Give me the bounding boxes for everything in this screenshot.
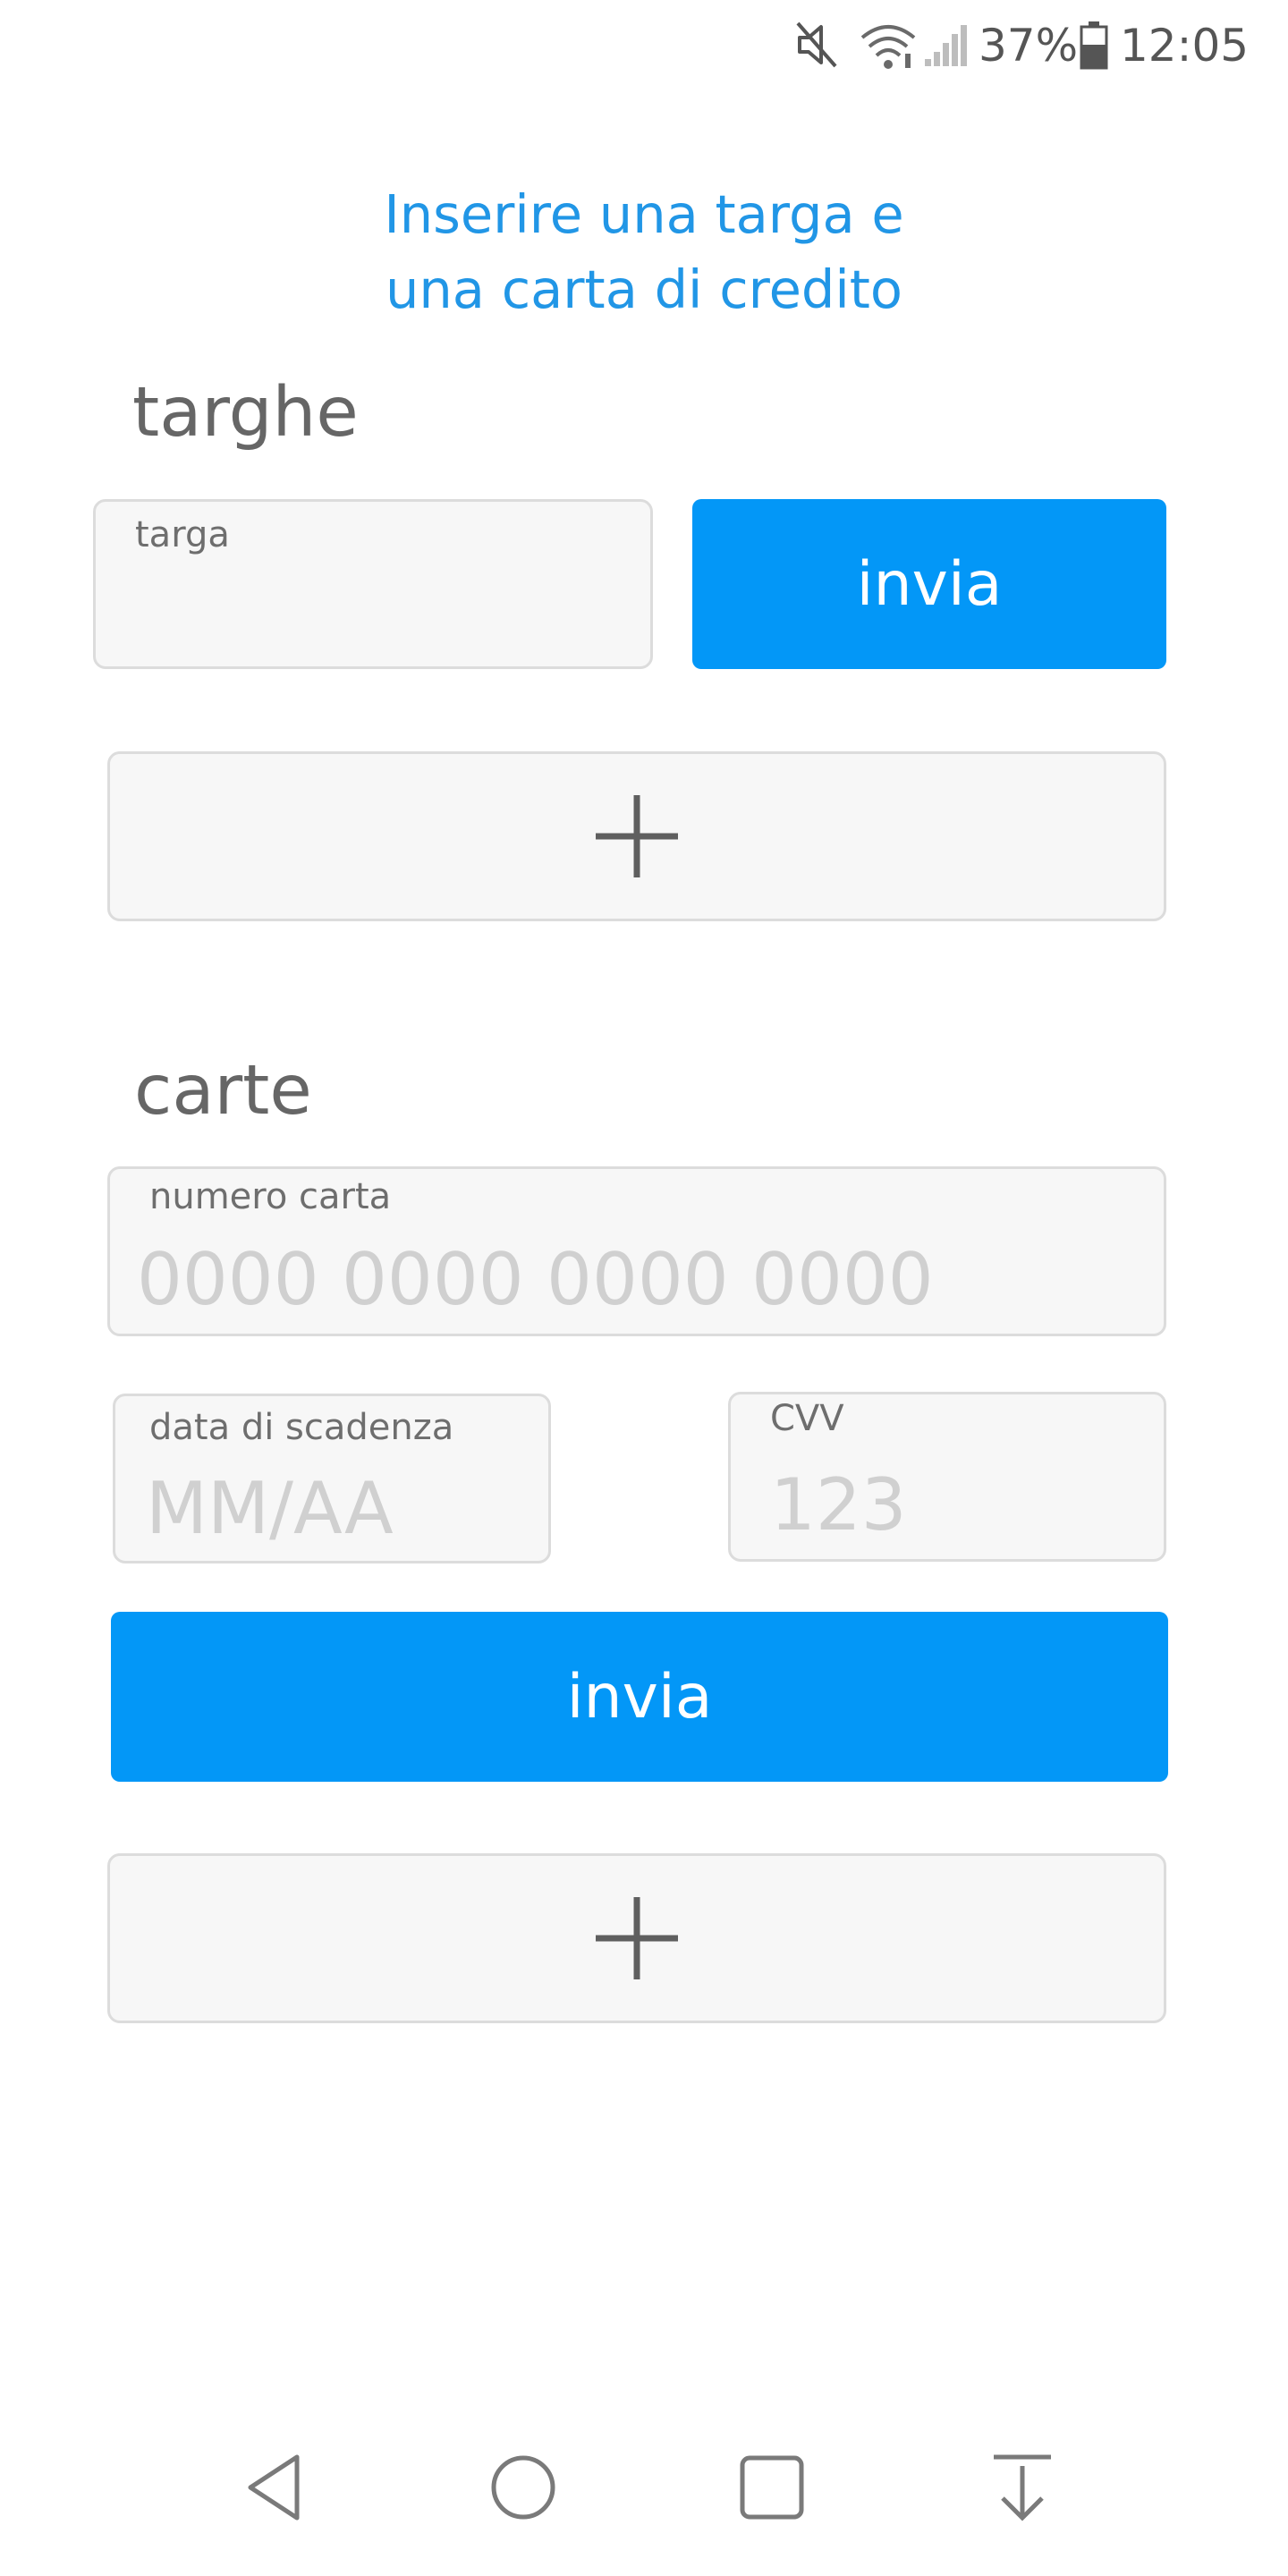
heading-line-2: una carta di credito <box>386 258 902 320</box>
targa-field[interactable]: targa <box>93 499 653 669</box>
mute-icon <box>796 21 837 68</box>
cvv-input[interactable] <box>770 1457 1146 1552</box>
heading-line-1: Inserire una targa e <box>384 183 904 245</box>
targhe-section-title: targhe <box>132 373 359 453</box>
cvv-label: CVV <box>770 1398 844 1439</box>
carte-section-title: carte <box>134 1051 312 1131</box>
battery-percent: 37% <box>979 20 1079 72</box>
card-number-field[interactable]: numero carta <box>107 1166 1166 1336</box>
expiry-date-field[interactable]: data di scadenza <box>113 1394 551 1563</box>
battery-icon <box>1080 21 1108 70</box>
status-bar: 37% 12:05 <box>0 0 1288 89</box>
plus-icon <box>596 795 678 877</box>
home-button[interactable] <box>483 2447 564 2528</box>
add-targa-button[interactable] <box>107 751 1166 921</box>
targa-label: targa <box>135 514 230 555</box>
recents-icon <box>740 2455 804 2520</box>
back-icon <box>248 2454 300 2521</box>
card-number-label: numero carta <box>149 1176 392 1217</box>
notification-pull-button[interactable] <box>982 2447 1063 2528</box>
targa-send-button[interactable]: invia <box>692 499 1166 669</box>
card-number-input[interactable] <box>137 1232 1139 1326</box>
expiry-date-label: data di scadenza <box>149 1407 454 1448</box>
instruction-heading: Inserire una targa e una carta di credit… <box>0 177 1288 327</box>
plus-icon <box>596 1897 678 1979</box>
targa-input[interactable] <box>135 573 618 645</box>
notification-pull-icon <box>994 2454 1051 2521</box>
cvv-field[interactable]: CVV <box>728 1392 1166 1562</box>
recents-button[interactable] <box>732 2447 812 2528</box>
home-icon <box>491 2455 555 2520</box>
add-card-button[interactable] <box>107 1853 1166 2023</box>
wifi-icon <box>860 25 916 69</box>
back-button[interactable] <box>234 2447 315 2528</box>
clock: 12:05 <box>1120 20 1250 72</box>
navigation-bar <box>0 2415 1288 2576</box>
expiry-date-input[interactable] <box>146 1461 530 1555</box>
signal-icon <box>925 25 967 66</box>
card-send-button[interactable]: invia <box>111 1612 1168 1782</box>
